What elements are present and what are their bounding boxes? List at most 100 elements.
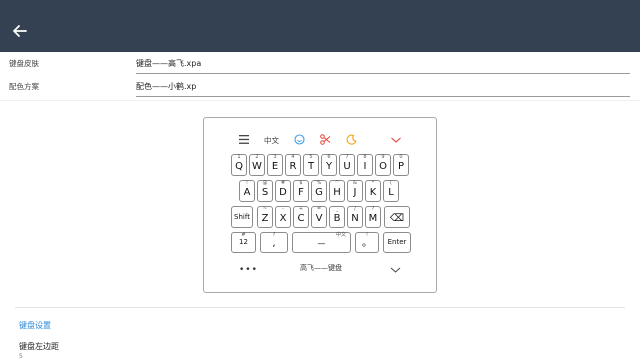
language-toggle: 中文 bbox=[264, 136, 279, 145]
key-w[interactable]: 2W bbox=[249, 154, 265, 176]
key-symbol: = bbox=[316, 206, 322, 212]
key-m[interactable]: ? M bbox=[365, 206, 381, 228]
number-key[interactable]: # 12 bbox=[231, 232, 256, 253]
key-symbol: 7 bbox=[345, 154, 349, 160]
key-l[interactable]: (L bbox=[383, 180, 399, 202]
key-symbol: 3 bbox=[273, 154, 277, 160]
key-letter: Z bbox=[261, 213, 269, 224]
comma-key[interactable]: ? , bbox=[260, 232, 288, 253]
key-letter: A bbox=[243, 187, 251, 198]
key-a[interactable]: ! A bbox=[239, 180, 255, 202]
period-key[interactable]: ! 。 bbox=[355, 232, 379, 253]
key-y[interactable]: 6Y bbox=[321, 154, 337, 176]
key-n[interactable]: / N bbox=[347, 206, 363, 228]
keyboard-preview: 中文 1Q2W3E4R5T6Y7U8I9O0P ! A @ S # D $ F% G ^ H & J * K… bbox=[203, 117, 437, 293]
menu-icon bbox=[239, 135, 249, 144]
key-symbol: 5 bbox=[309, 154, 313, 160]
key-letter: U bbox=[343, 161, 351, 172]
key-h[interactable]: ^ H bbox=[329, 180, 345, 202]
key-d[interactable]: # D bbox=[275, 180, 291, 202]
chevron-down-icon[interactable] bbox=[390, 267, 401, 273]
key-letter: I bbox=[363, 161, 367, 172]
key-symbol: 1 bbox=[237, 154, 241, 160]
app-bar bbox=[0, 0, 640, 52]
skin-row: 键盘皮肤 键盘——高飞.xpa bbox=[0, 54, 640, 78]
key-v[interactable]: = V bbox=[311, 206, 327, 228]
color-row: 配色方案 配色——小鹤.xp bbox=[0, 77, 640, 101]
key-symbol: % bbox=[316, 180, 322, 186]
shift-key[interactable]: Shift bbox=[231, 206, 253, 228]
left-margin-label[interactable]: 键盘左边距 bbox=[19, 341, 59, 352]
chevron-down-icon[interactable] bbox=[390, 136, 402, 144]
key-u[interactable]: 7U bbox=[339, 154, 355, 176]
key-letter: O bbox=[379, 161, 387, 172]
key-symbol: $ bbox=[299, 180, 303, 186]
skin-label: 键盘皮肤 bbox=[9, 59, 39, 68]
key-letter: M bbox=[368, 213, 378, 224]
key-i[interactable]: 8I bbox=[357, 154, 373, 176]
key-symbol: ? bbox=[371, 206, 375, 212]
key-letter: B bbox=[333, 213, 341, 224]
key-letter: Y bbox=[325, 161, 333, 172]
divider bbox=[0, 100, 640, 101]
color-field[interactable]: 配色——小鹤.xp bbox=[136, 80, 630, 97]
key-symbol: / bbox=[354, 206, 356, 212]
key-letter: N bbox=[351, 213, 359, 224]
key-symbol: ( bbox=[390, 180, 392, 186]
key-symbol: @ bbox=[262, 180, 268, 186]
key-letter: E bbox=[271, 161, 279, 172]
key-letter: F bbox=[298, 187, 304, 198]
key-c[interactable]: + C bbox=[293, 206, 309, 228]
key-symbol: 4 bbox=[291, 154, 295, 160]
arrow-left-icon[interactable] bbox=[10, 21, 30, 41]
key-symbol: ! bbox=[245, 180, 248, 186]
key-letter: P bbox=[397, 161, 405, 172]
key-letter: G bbox=[315, 187, 323, 198]
key-j[interactable]: & J bbox=[347, 180, 363, 202]
key-t[interactable]: 5T bbox=[303, 154, 319, 176]
moon-icon bbox=[346, 134, 357, 145]
key-b[interactable]: _ B bbox=[329, 206, 345, 228]
key-symbol: ^ bbox=[334, 180, 340, 186]
key-o[interactable]: 9O bbox=[375, 154, 391, 176]
key-symbol: # bbox=[280, 180, 286, 186]
key-symbol: 9 bbox=[381, 154, 385, 160]
key-f[interactable]: $ F bbox=[293, 180, 309, 202]
key-letter: D bbox=[279, 187, 287, 198]
key-symbol: + bbox=[298, 206, 304, 212]
backspace-key[interactable]: ⌫ bbox=[384, 206, 410, 228]
key-symbol: & bbox=[353, 180, 357, 186]
key-letter: V bbox=[315, 213, 323, 224]
key-symbol: - bbox=[282, 206, 284, 212]
key-letter: X bbox=[279, 213, 287, 224]
skin-field[interactable]: 键盘——高飞.xpa bbox=[136, 57, 630, 74]
scissors-icon bbox=[320, 134, 331, 145]
section-title: 键盘设置 bbox=[19, 321, 51, 330]
key-letter: T bbox=[307, 161, 315, 172]
key-x[interactable]: -X bbox=[275, 206, 291, 228]
key-letter: H bbox=[333, 187, 341, 198]
key-q[interactable]: 1Q bbox=[231, 154, 247, 176]
space-key[interactable]: 中文 — bbox=[292, 232, 351, 253]
key-symbol: * bbox=[371, 180, 375, 186]
key-s[interactable]: @ S bbox=[257, 180, 273, 202]
key-symbol: ~ bbox=[262, 206, 268, 212]
key-letter: Q bbox=[235, 161, 243, 172]
key-letter: K bbox=[369, 187, 377, 198]
key-letter: R bbox=[289, 161, 297, 172]
key-symbol: _ bbox=[335, 206, 339, 212]
key-symbol: 8 bbox=[363, 154, 367, 160]
key-g[interactable]: % G bbox=[311, 180, 327, 202]
enter-key[interactable]: Enter bbox=[383, 232, 411, 253]
key-symbol: 2 bbox=[255, 154, 259, 160]
key-e[interactable]: 3E bbox=[267, 154, 283, 176]
emoji-icon bbox=[294, 134, 305, 145]
left-margin-value: 5 bbox=[19, 353, 23, 360]
key-letter: L bbox=[388, 187, 394, 198]
key-r[interactable]: 4R bbox=[285, 154, 301, 176]
key-z[interactable]: ~ Z bbox=[257, 206, 273, 228]
key-symbol: 6 bbox=[327, 154, 331, 160]
key-letter: J bbox=[353, 187, 357, 198]
key-p[interactable]: 0P bbox=[393, 154, 409, 176]
key-k[interactable]: * K bbox=[365, 180, 381, 202]
